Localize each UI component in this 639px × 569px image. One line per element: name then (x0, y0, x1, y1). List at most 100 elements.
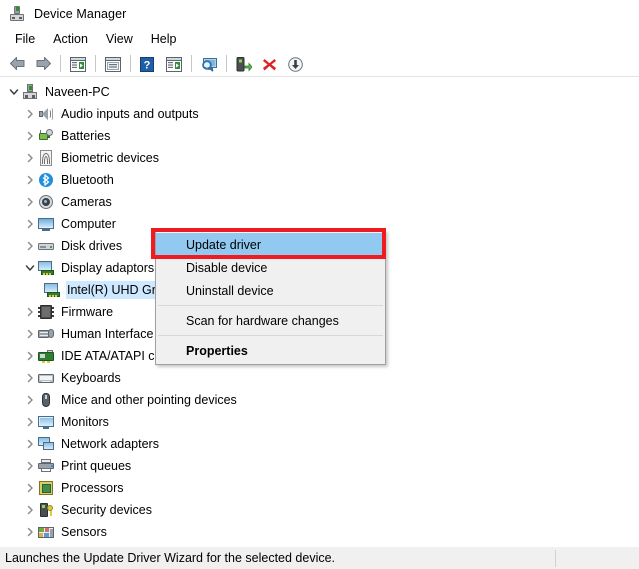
computer-icon (38, 216, 54, 232)
collapsed-chevron-icon[interactable] (22, 455, 38, 477)
menu-help[interactable]: Help (142, 29, 186, 50)
help-button[interactable]: ? (135, 52, 161, 76)
collapsed-chevron-icon[interactable] (22, 433, 38, 455)
status-bar: Launches the Update Driver Wizard for th… (0, 546, 639, 569)
toolbar-separator (95, 55, 96, 72)
properties-window-icon (105, 56, 121, 72)
context-menu-item-disable-device[interactable]: Disable device (156, 256, 385, 279)
forward-button[interactable] (30, 52, 56, 76)
tree-item-sensors[interactable]: Sensors (0, 521, 639, 543)
menu-action[interactable]: Action (44, 29, 97, 50)
context-menu-item-uninstall-device[interactable]: Uninstall device (156, 279, 385, 302)
tree-item-label: Disk drives (61, 239, 123, 253)
show-hide-console-tree-button[interactable] (65, 52, 91, 76)
network-adapter-icon (38, 436, 54, 452)
mouse-icon (38, 392, 54, 408)
collapsed-chevron-icon[interactable] (22, 367, 38, 389)
context-menu-item-scan-for-hardware-changes[interactable]: Scan for hardware changes (156, 309, 385, 332)
tree-item-cameras[interactable]: Cameras (0, 191, 639, 213)
device-tree-panel[interactable]: Naveen-PC Audio inputs and outputs Batte… (0, 77, 639, 546)
menu-file[interactable]: File (6, 29, 44, 50)
collapsed-chevron-icon[interactable] (22, 323, 38, 345)
forward-arrow-icon (35, 56, 52, 71)
window-title: Device Manager (34, 6, 127, 21)
tree-item-mice-and-other-pointing-devices[interactable]: Mice and other pointing devices (0, 389, 639, 411)
toolbar-separator (191, 55, 192, 72)
collapsed-chevron-icon[interactable] (22, 191, 38, 213)
svg-text:?: ? (144, 59, 151, 71)
tree-item-label: Bluetooth (61, 173, 114, 187)
tree-item-network-adapters[interactable]: Network adapters (0, 433, 639, 455)
monitor-icon (38, 414, 54, 430)
collapsed-chevron-icon[interactable] (22, 147, 38, 169)
context-menu[interactable]: Update driver Disable device Uninstall d… (151, 228, 386, 365)
tree-item-security-devices[interactable]: Security devices (0, 499, 639, 521)
tree-item-bluetooth[interactable]: Bluetooth (0, 169, 639, 191)
tree-item-label: Display adaptors (61, 261, 155, 275)
tree-item-label: Naveen-PC (45, 85, 110, 99)
bluetooth-icon (38, 172, 54, 188)
tree-item-label: Security devices (61, 503, 153, 517)
ide-controller-icon (38, 348, 54, 364)
status-bar-text: Launches the Update Driver Wizard for th… (5, 551, 336, 565)
collapsed-chevron-icon[interactable] (22, 477, 38, 499)
printer-icon (38, 458, 54, 474)
update-driver-icon (236, 56, 253, 72)
firmware-icon (38, 304, 54, 320)
uninstall-device-button[interactable] (257, 52, 283, 76)
context-menu-item-update-driver[interactable]: Update driver (156, 233, 385, 256)
tree-item-naveen-pc[interactable]: Naveen-PC (0, 81, 639, 103)
context-menu-separator (158, 305, 383, 306)
context-menu-item-properties[interactable]: Properties (156, 339, 385, 362)
show-hide-action-pane-button[interactable] (161, 52, 187, 76)
properties-button[interactable] (100, 52, 126, 76)
disable-device-button[interactable] (283, 52, 309, 76)
tree-item-label: Biometric devices (61, 151, 159, 165)
tree-item-monitors[interactable]: Monitors (0, 411, 639, 433)
collapsed-chevron-icon[interactable] (22, 235, 38, 257)
disk-drive-icon (38, 238, 54, 254)
tree-item-audio-inputs-and-outputs[interactable]: Audio inputs and outputs (0, 103, 639, 125)
context-menu-separator (158, 335, 383, 336)
menu-view[interactable]: View (97, 29, 142, 50)
collapsed-chevron-icon[interactable] (22, 499, 38, 521)
camera-icon (38, 194, 54, 210)
red-x-icon (262, 57, 278, 71)
collapsed-chevron-icon[interactable] (22, 125, 38, 147)
display-adaptor-icon (38, 260, 54, 276)
tree-item-keyboards[interactable]: Keyboards (0, 367, 639, 389)
tree-item-biometric-devices[interactable]: Biometric devices (0, 147, 639, 169)
scan-for-hardware-changes-button[interactable] (196, 52, 222, 76)
collapsed-chevron-icon[interactable] (22, 103, 38, 125)
down-arrow-circle-icon (288, 56, 304, 72)
toolbar: ? (0, 51, 639, 77)
collapsed-chevron-icon[interactable] (22, 411, 38, 433)
expanded-chevron-icon[interactable] (22, 257, 38, 279)
keyboard-icon (38, 370, 54, 386)
collapsed-chevron-icon[interactable] (22, 213, 38, 235)
expanded-chevron-icon[interactable] (6, 81, 22, 103)
collapsed-chevron-icon[interactable] (22, 389, 38, 411)
menu-bar: File Action View Help (0, 27, 639, 51)
back-button[interactable] (4, 52, 30, 76)
battery-icon (38, 128, 54, 144)
tree-item-processors[interactable]: Processors (0, 477, 639, 499)
security-device-icon (38, 502, 54, 518)
tree-item-print-queues[interactable]: Print queues (0, 455, 639, 477)
tree-item-label: Computer (61, 217, 116, 231)
back-arrow-icon (9, 56, 26, 71)
display-adaptor-icon (44, 282, 60, 298)
collapsed-chevron-icon[interactable] (22, 345, 38, 367)
tree-item-batteries[interactable]: Batteries (0, 125, 639, 147)
tree-item-label: Print queues (61, 459, 132, 473)
device-manager-icon (9, 5, 25, 22)
tree-item-label: Keyboards (61, 371, 121, 385)
collapsed-chevron-icon[interactable] (22, 169, 38, 191)
tree-item-label: Firmware (61, 305, 114, 319)
context-menu-body: Update driver Disable device Uninstall d… (155, 230, 386, 365)
update-driver-button[interactable] (231, 52, 257, 76)
collapsed-chevron-icon[interactable] (22, 521, 38, 543)
collapsed-chevron-icon[interactable] (22, 301, 38, 323)
status-bar-divider (555, 550, 556, 567)
device-manager-window: Device Manager File Action View Help ? N… (0, 0, 639, 569)
